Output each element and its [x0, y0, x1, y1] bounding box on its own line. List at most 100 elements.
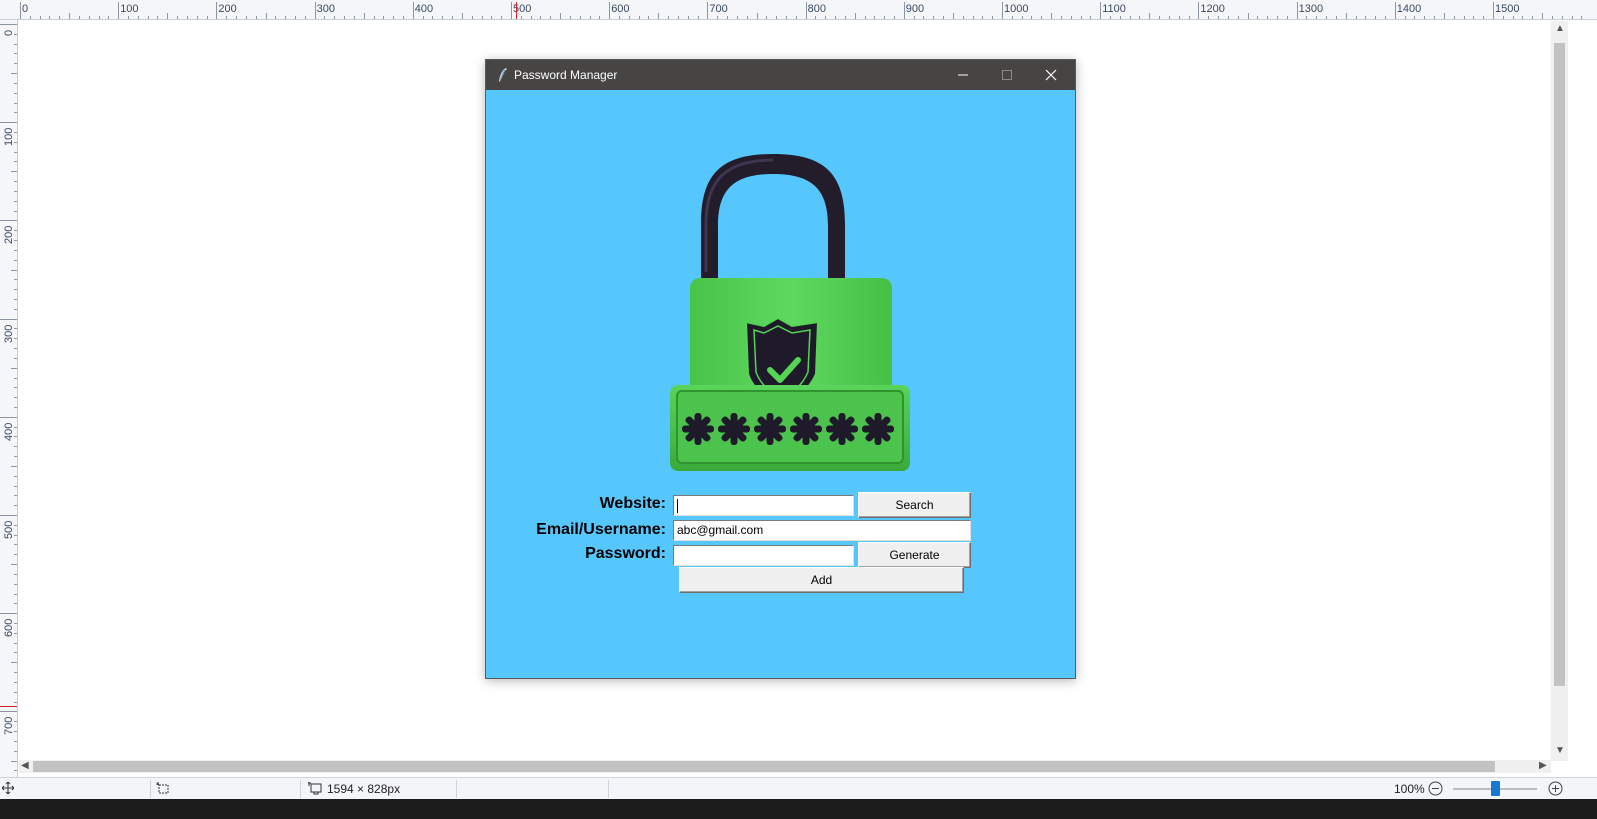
ruler-minor-tick: [14, 279, 17, 281]
ruler-minor-tick: [14, 632, 17, 634]
ruler-minor-tick: [1375, 16, 1377, 19]
ruler-label: 700: [709, 3, 728, 15]
ruler-minor-tick: [29, 16, 31, 19]
ruler-minor-tick: [157, 16, 159, 19]
ruler-minor-tick: [14, 524, 17, 526]
ruler-minor-tick: [14, 338, 17, 340]
ruler-minor-tick: [137, 16, 139, 19]
ruler-label: 500: [3, 520, 15, 539]
zoom-slider-thumb[interactable]: [1490, 781, 1500, 796]
ruler-minor-tick: [14, 53, 17, 55]
ruler-minor-tick: [14, 721, 17, 723]
ruler-label: 400: [3, 422, 15, 441]
ruler-minor-tick: [491, 16, 493, 19]
ruler-minor-tick: [1384, 16, 1386, 19]
zoom-in-icon[interactable]: [1548, 781, 1563, 796]
search-button[interactable]: Search: [858, 492, 971, 518]
ruler-minor-tick: [1316, 16, 1318, 19]
ruler-minor-tick: [1011, 16, 1013, 19]
zoom-out-icon[interactable]: [1428, 781, 1443, 796]
ruler-tick: [216, 2, 218, 19]
ruler-minor-tick: [14, 436, 17, 438]
ruler-label: 1300: [1298, 3, 1324, 15]
vertical-scrollbar[interactable]: ▲ ▼: [1551, 21, 1568, 761]
ruler-minor-tick: [14, 456, 17, 458]
ruler-minor-tick: [14, 289, 17, 291]
minimize-button[interactable]: [941, 60, 985, 90]
zoom-level-text[interactable]: 100%: [1394, 782, 1425, 796]
ruler-minor-tick: [14, 200, 17, 202]
ruler-minor-tick: [108, 16, 110, 19]
ruler-minor-tick: [14, 701, 17, 703]
ruler-minor-tick: [1355, 16, 1357, 19]
ruler-minor-tick: [1257, 16, 1259, 19]
horizontal-scrollbar[interactable]: ◀ ▶: [19, 760, 1551, 773]
ruler-label: 400: [414, 3, 434, 15]
ruler-minor-tick: [776, 16, 778, 19]
ruler-minor-tick: [14, 691, 17, 693]
ruler-minor-tick: [14, 554, 17, 556]
ruler-minor-tick: [14, 681, 17, 683]
ruler-minor-tick: [1188, 16, 1190, 19]
scroll-left-icon[interactable]: ◀: [21, 760, 29, 771]
ruler-minor-tick: [0, 122, 17, 124]
ruler-tick: [1493, 2, 1494, 19]
password-input[interactable]: [673, 545, 854, 566]
ruler-minor-tick: [275, 16, 277, 19]
vertical-scroll-thumb[interactable]: [1554, 43, 1565, 686]
horizontal-scroll-thumb[interactable]: [33, 761, 1495, 772]
close-button[interactable]: [1029, 60, 1073, 90]
ruler-minor-tick: [1080, 16, 1082, 19]
ruler-minor-tick: [874, 16, 876, 19]
ruler-minor-tick: [972, 16, 974, 19]
ruler-minor-tick: [14, 475, 17, 477]
ruler-minor-tick: [177, 16, 179, 19]
ruler-minor-tick: [766, 16, 768, 19]
scroll-right-icon[interactable]: ▶: [1539, 760, 1547, 771]
ruler-minor-tick: [1227, 16, 1229, 19]
ruler-minor-tick: [304, 16, 306, 19]
ruler-minor-tick: [14, 642, 17, 644]
ruler-minor-tick: [825, 16, 827, 19]
asterisk-mark: [862, 413, 894, 445]
ruler-minor-tick: [619, 16, 621, 19]
ruler-minor-tick: [11, 564, 17, 566]
window-title: Password Manager: [514, 68, 618, 82]
ruler-minor-tick: [14, 544, 17, 546]
ruler-label: 200: [218, 3, 237, 15]
scroll-up-icon[interactable]: ▲: [1555, 23, 1565, 34]
ruler-minor-tick: [285, 16, 287, 19]
ruler-minor-tick: [14, 750, 17, 752]
ruler-minor-tick: [1453, 16, 1455, 19]
ruler-minor-tick: [14, 210, 17, 212]
website-input[interactable]: [673, 495, 854, 516]
password-label: Password:: [585, 545, 666, 562]
ruler-minor-tick: [186, 16, 188, 19]
generate-button[interactable]: Generate: [858, 542, 971, 568]
ruler-tick: [511, 2, 512, 19]
ruler-minor-tick: [14, 63, 17, 65]
ruler-minor-tick: [952, 13, 954, 19]
ruler-minor-tick: [785, 16, 787, 19]
ruler-minor-tick: [14, 446, 17, 448]
ruler-minor-tick: [14, 583, 17, 585]
email-username-input[interactable]: abc@gmail.com: [673, 520, 971, 541]
ruler-minor-tick: [39, 16, 41, 19]
ruler-minor-tick: [14, 298, 17, 300]
ruler-minor-tick: [14, 348, 17, 350]
add-button[interactable]: Add: [679, 567, 964, 593]
ruler-minor-tick: [206, 16, 208, 19]
ruler-minor-tick: [687, 16, 689, 19]
ruler-minor-tick: [14, 652, 17, 654]
title-bar[interactable]: Password Manager: [486, 60, 1075, 90]
ruler-minor-tick: [14, 357, 17, 359]
ruler-tick: [805, 2, 807, 19]
ruler-label: 1200: [1200, 3, 1225, 15]
ruler-minor-tick: [1473, 16, 1475, 19]
ruler-minor-tick: [1267, 16, 1269, 19]
move-cursor-icon: [2, 782, 14, 794]
ruler-minor-tick: [668, 16, 670, 19]
maximize-button[interactable]: [985, 60, 1029, 90]
scroll-down-icon[interactable]: ▼: [1555, 745, 1565, 756]
ruler-minor-tick: [344, 16, 346, 19]
